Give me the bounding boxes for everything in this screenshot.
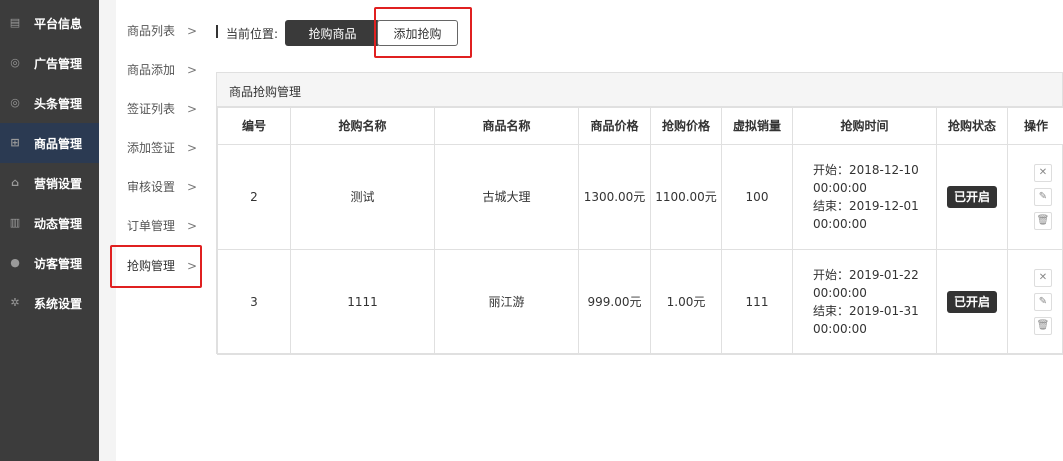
subnav-item-2[interactable]: 签证列表 > — [116, 89, 204, 128]
subnav-item-4[interactable]: 审核设置 > — [116, 167, 204, 206]
cell-id: 3 — [217, 249, 291, 355]
cell-product-name: 古城大理 — [434, 144, 579, 250]
flash-sale-panel: 商品抢购管理 编号 抢购名称 商品名称 商品价格 抢购价格 虚拟销量 抢购时间 抢购状态 操作 … — [216, 72, 1063, 355]
cell-sale-time: 开始：2019-01-22 00:00:00 结束：2019-01-31 00:0… — [792, 249, 937, 355]
sidebar-item-3[interactable]: ⊞ 商品管理 — [0, 123, 99, 163]
trash-icon[interactable]: 🗑 — [1034, 317, 1052, 335]
column-header: 抢购时间 — [792, 107, 937, 145]
breadcrumb-current-tab[interactable]: 抢购商品 — [285, 20, 380, 46]
sidebar-item-label: 商品管理 — [34, 136, 83, 151]
cell-sale-name: 1111 — [290, 249, 435, 355]
table-row: 2 测试 古城大理 1300.00元 1100.00元 100 开始：2018-12-10 … — [217, 144, 1063, 250]
status-badge[interactable]: 已开启 — [947, 291, 997, 313]
sidebar-item-label: 系统设置 — [34, 296, 83, 311]
column-header: 抢购名称 — [290, 107, 435, 145]
lifebuoy-icon: ◎ — [10, 96, 20, 109]
chevron-right-icon: > — [187, 62, 198, 77]
subnav-item-label: 审核设置 — [127, 180, 176, 194]
cell-status: 已开启 — [936, 144, 1008, 250]
sidebar-item-label: 平台信息 — [34, 16, 83, 31]
time-end: 结束：2019-12-01 00:00:00 — [813, 199, 919, 231]
cart-icon: ⊞ — [10, 136, 20, 149]
trash-icon[interactable]: 🗑 — [1034, 212, 1052, 230]
gear-icon: ✲ — [10, 296, 20, 309]
subnav-item-label: 添加签证 — [127, 141, 176, 155]
sidebar-item-7[interactable]: ✲ 系统设置 — [0, 283, 99, 323]
subnav-item-6[interactable]: 抢购管理 > — [116, 246, 204, 285]
sidebar-item-label: 广告管理 — [34, 56, 83, 71]
newspaper-icon: ▤ — [9, 16, 21, 29]
column-header: 商品价格 — [578, 107, 651, 145]
subnav-item-label: 商品添加 — [127, 63, 176, 77]
sidebar-item-6[interactable]: ● 访客管理 — [0, 243, 99, 283]
time-end: 结束：2019-01-31 00:00:00 — [813, 304, 919, 336]
subnav-item-0[interactable]: 商品列表 > — [116, 11, 204, 50]
gift-icon: ⌂ — [11, 176, 19, 189]
sub-navigation: 商品列表 > 商品添加 > 签证列表 > 添加签证 > 审核设置 > 订单管理 > 抢购管理 > — [99, 0, 204, 461]
column-header: 抢购状态 — [936, 107, 1008, 145]
chevron-right-icon: > — [187, 23, 198, 38]
sidebar-item-label: 头条管理 — [34, 96, 83, 111]
time-start: 开始：2019-01-22 00:00:00 — [813, 268, 919, 300]
chevron-right-icon: > — [187, 101, 198, 116]
sidebar-item-5[interactable]: ▥ 动态管理 — [0, 203, 99, 243]
cell-virtual-sales: 100 — [721, 144, 793, 250]
subnav-item-3[interactable]: 添加签证 > — [116, 128, 204, 167]
column-header: 商品名称 — [434, 107, 579, 145]
lifebuoy-icon: ◎ — [10, 56, 20, 69]
cell-id: 2 — [217, 144, 291, 250]
table-row: 3 1111 丽江游 999.00元 1.00元 111 开始：2019-01-22 00:… — [217, 249, 1063, 355]
user-icon: ● — [10, 256, 20, 269]
subnav-item-label: 商品列表 — [127, 24, 176, 38]
pencil-icon[interactable]: ✎ — [1034, 293, 1052, 311]
sidebar: ▤ 平台信息 ◎ 广告管理 ◎ 头条管理 ⊞ 商品管理 ⌂ 营销设置 ▥ 动态管理 ● 访客管理 ✲ 系统设置 — [0, 0, 99, 461]
cell-sale-price: 1100.00元 — [650, 144, 722, 250]
sidebar-item-2[interactable]: ◎ 头条管理 — [0, 83, 99, 123]
close-icon[interactable]: ✕ — [1034, 164, 1052, 182]
subnav-item-5[interactable]: 订单管理 > — [116, 206, 204, 245]
chevron-right-icon: > — [187, 258, 198, 273]
time-start: 开始：2018-12-10 00:00:00 — [813, 163, 919, 195]
column-header: 操作 — [1007, 107, 1063, 145]
chevron-right-icon: > — [187, 179, 198, 194]
flash-sale-table: 编号 抢购名称 商品名称 商品价格 抢购价格 虚拟销量 抢购时间 抢购状态 操作 2 测试 古城大理… — [217, 107, 1063, 355]
cell-sale-price: 1.00元 — [650, 249, 722, 355]
table-header-row: 编号 抢购名称 商品名称 商品价格 抢购价格 虚拟销量 抢购时间 抢购状态 操作 — [217, 107, 1063, 145]
column-header: 抢购价格 — [650, 107, 722, 145]
subnav-item-label: 签证列表 — [127, 102, 176, 116]
subnav-item-1[interactable]: 商品添加 > — [116, 50, 204, 89]
cell-sale-name: 测试 — [290, 144, 435, 250]
status-badge[interactable]: 已开启 — [947, 186, 997, 208]
book-icon: ▥ — [9, 216, 21, 229]
add-flash-sale-button[interactable]: 添加抢购 — [377, 20, 458, 46]
sidebar-item-1[interactable]: ◎ 广告管理 — [0, 43, 99, 83]
cell-price: 999.00元 — [578, 249, 651, 355]
sidebar-item-label: 动态管理 — [34, 216, 83, 231]
close-icon[interactable]: ✕ — [1034, 269, 1052, 287]
column-header: 编号 — [217, 107, 291, 145]
cell-operations: ✕ ✎ 🗑 — [1007, 144, 1063, 250]
pencil-icon[interactable]: ✎ — [1034, 188, 1052, 206]
breadcrumb-label: 当前位置: — [226, 27, 279, 41]
sidebar-item-4[interactable]: ⌂ 营销设置 — [0, 163, 99, 203]
chevron-right-icon: > — [187, 218, 198, 233]
chevron-right-icon: > — [187, 140, 198, 155]
subnav-item-label: 抢购管理 — [127, 259, 176, 273]
panel-header: 商品抢购管理 — [217, 73, 1062, 107]
cell-price: 1300.00元 — [578, 144, 651, 250]
sidebar-item-label: 访客管理 — [34, 256, 83, 271]
cell-product-name: 丽江游 — [434, 249, 579, 355]
sidebar-item-0[interactable]: ▤ 平台信息 — [0, 3, 99, 43]
subnav-item-label: 订单管理 — [127, 219, 176, 233]
cell-operations: ✕ ✎ 🗑 — [1007, 249, 1063, 355]
panel-title: 商品抢购管理 — [229, 85, 302, 99]
cell-status: 已开启 — [936, 249, 1008, 355]
cell-sale-time: 开始：2018-12-10 00:00:00 结束：2019-12-01 00:0… — [792, 144, 937, 250]
cell-virtual-sales: 111 — [721, 249, 793, 355]
breadcrumb-marker — [216, 25, 218, 38]
breadcrumb: 当前位置: 抢购商品 — [216, 20, 516, 46]
sidebar-item-label: 营销设置 — [34, 176, 83, 191]
column-header: 虚拟销量 — [721, 107, 793, 145]
